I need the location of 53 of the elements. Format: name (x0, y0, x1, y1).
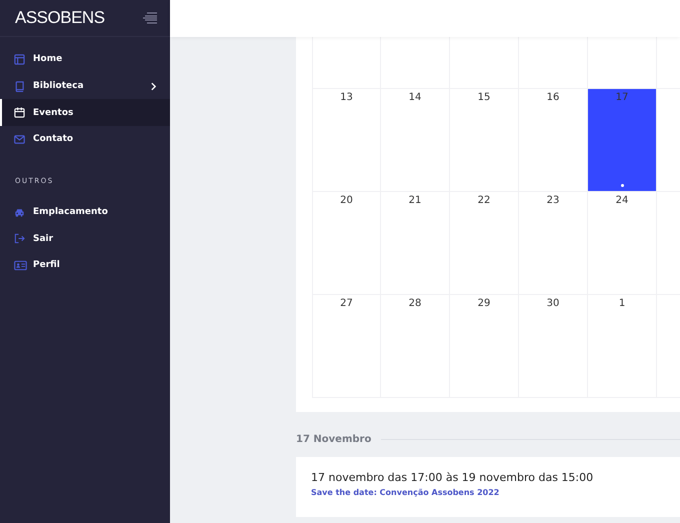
nav-item[interactable]: Eventos (0, 99, 170, 126)
calendar-day[interactable]: 13 (312, 89, 381, 192)
event-dot (620, 184, 624, 187)
collapse-menu-icon[interactable] (142, 12, 158, 24)
calendar-day[interactable] (450, 37, 519, 89)
day-number: 20 (340, 194, 353, 206)
calendar-day[interactable]: 1 (588, 295, 657, 398)
calendar-day[interactable]: 28 (381, 295, 450, 398)
car-icon (14, 206, 25, 218)
nav-item[interactable]: Perfil (0, 252, 170, 279)
day-number: 29 (478, 297, 490, 309)
logo: ASSOBENS (15, 8, 105, 28)
day-number: 22 (478, 194, 490, 206)
event-time: 17 novembro das 17:00 às 19 novembro das 15:00 (311, 471, 594, 484)
nav-item[interactable]: Emplacamento (0, 198, 170, 226)
day-number: 15 (478, 91, 490, 103)
calendar-day[interactable] (312, 37, 381, 89)
day-number: 30 (546, 297, 560, 309)
date-heading: 17 Novembro (296, 434, 372, 445)
day-number: 13 (340, 91, 353, 103)
calendar-day[interactable]: 22 (450, 192, 519, 295)
chevron-icon (151, 82, 156, 91)
calendar-day[interactable]: 27 (312, 295, 381, 398)
event-title-link[interactable]: Save the date: Convenção Assobens 2022 (311, 488, 680, 497)
nav-item[interactable]: Home (0, 46, 170, 73)
nav-item[interactable]: Biblioteca (0, 72, 170, 100)
calendar-day[interactable]: 20 (312, 192, 381, 295)
day-number: 14 (408, 91, 422, 103)
day-number: 1 (618, 297, 626, 309)
calendar-day[interactable]: 24 (588, 192, 657, 295)
calendar-icon (14, 107, 25, 118)
calendar-day[interactable] (381, 37, 450, 89)
id-card-icon (14, 260, 27, 271)
day-number: 24 (616, 194, 628, 206)
mail-icon (14, 134, 25, 145)
day-number: 21 (408, 194, 422, 206)
calendar-day[interactable]: 29 (450, 295, 519, 398)
calendar-day[interactable]: 30 (519, 295, 588, 398)
day-number: 27 (340, 297, 353, 309)
calendar-day[interactable]: 23 (519, 192, 588, 295)
layout-icon (14, 54, 25, 65)
day-number: 28 (408, 297, 422, 309)
calendar-day[interactable]: 21 (381, 192, 450, 295)
nav-item[interactable]: Sair (0, 225, 170, 252)
day-number: 17 (616, 91, 628, 103)
day-number: 23 (546, 194, 560, 206)
book-icon (14, 80, 25, 92)
calendar-day[interactable]: 15 (450, 89, 519, 192)
day-number: 16 (546, 91, 560, 103)
calendar-day[interactable]: 14 (381, 89, 450, 192)
logout-icon (14, 233, 25, 244)
nav-item[interactable]: Contato (0, 126, 170, 153)
calendar-day[interactable] (519, 37, 588, 89)
